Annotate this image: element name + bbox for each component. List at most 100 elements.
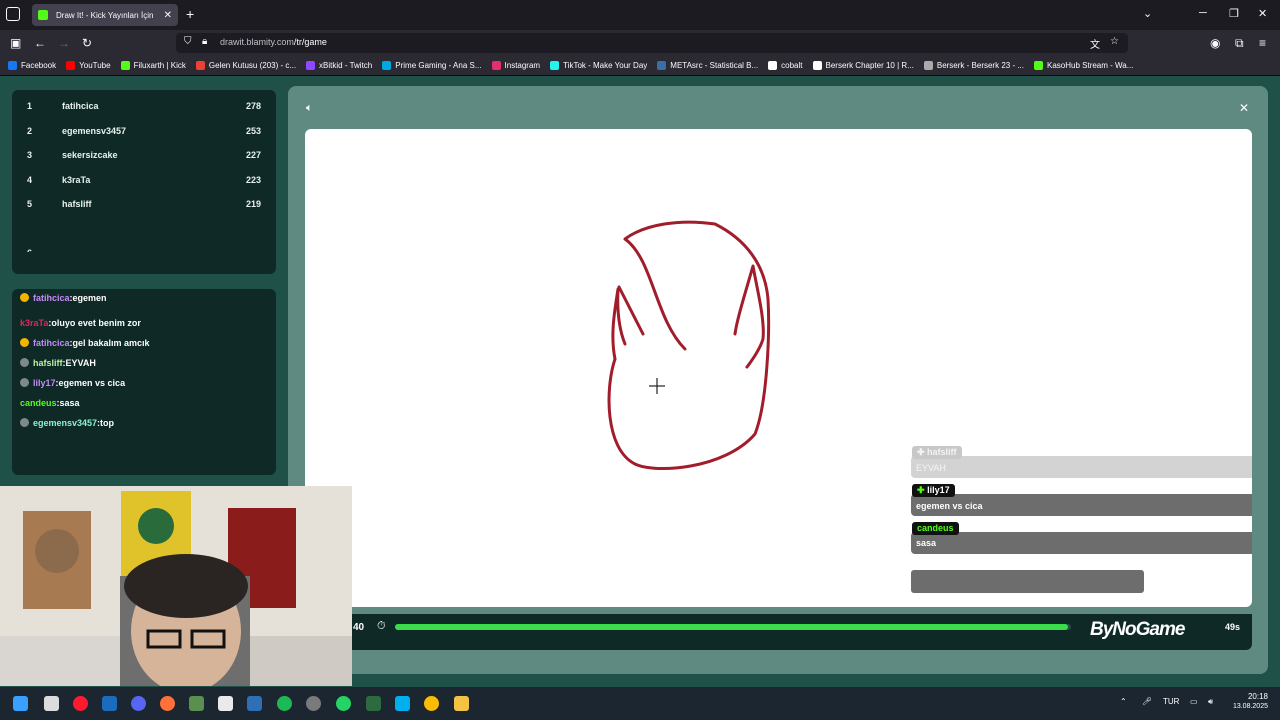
chat-username[interactable]: fatihcica	[33, 293, 70, 303]
back-icon[interactable]: ←	[34, 36, 46, 50]
sidebar-icon[interactable]: ▣	[10, 36, 21, 50]
bookmark-item[interactable]: YouTube	[66, 61, 111, 70]
bookmark-item[interactable]: TikTok - Make Your Day	[550, 61, 647, 70]
drawing-game-window: 🔈︎ ✕ ✚ hafsliff EYVAH ✚ lily17 egemen vs…	[288, 86, 1268, 674]
leaderboard-name: fatihcica	[62, 101, 99, 111]
app-icon[interactable]	[189, 696, 204, 711]
drawing-left-ear-stroke	[611, 285, 645, 361]
whatsapp-icon[interactable]	[336, 696, 351, 711]
skype-icon[interactable]	[395, 696, 410, 711]
close-window-button[interactable]: ✕	[1258, 7, 1267, 20]
chat-text: :top	[97, 418, 115, 428]
minimize-button[interactable]: ─	[1199, 7, 1207, 19]
crosshair-cursor-icon	[649, 378, 665, 394]
clock-date: 13.08.2025	[1232, 703, 1268, 710]
time-remaining: 49s	[1225, 622, 1241, 632]
app-icon[interactable]	[366, 696, 381, 711]
bookmark-label: cobalt	[781, 61, 803, 70]
url-bar[interactable]: ⛉ 🔒︎ drawit.blamity.com/tr/game 文 ☆	[176, 33, 1128, 53]
bookmark-item[interactable]: xBitkid - Twitch	[306, 61, 372, 70]
chat-username[interactable]: fatihcica	[33, 338, 70, 348]
bookmark-favicon-icon	[1034, 61, 1043, 70]
new-tab-button[interactable]: +	[186, 6, 194, 22]
bookmark-label: Berserk Chapter 10 | R...	[825, 61, 914, 70]
bookmark-label: KasoHub Stream - Wa...	[1047, 61, 1134, 70]
leaderboard-row: 4 k3raTa 223	[12, 168, 276, 192]
bookmark-item[interactable]: Instagram	[491, 61, 540, 70]
bookmark-favicon-icon	[120, 61, 130, 70]
bookmark-item[interactable]: Gelen Kutusu (203) - c...	[195, 61, 297, 70]
tab-close-icon[interactable]: ✕	[164, 10, 172, 21]
bookmark-item[interactable]: cobalt	[768, 61, 803, 70]
extensions-icon[interactable]: ⧉	[1235, 36, 1244, 51]
bookmark-label: Gelen Kutusu (203) - c...	[208, 61, 297, 70]
guess-input[interactable]	[911, 570, 1144, 593]
bookmark-favicon-icon	[812, 61, 822, 70]
chrome-icon[interactable]	[424, 696, 439, 711]
drawing-canvas[interactable]: ✚ hafsliff EYVAH ✚ lily17 egemen vs cica…	[305, 129, 1252, 607]
discord-icon[interactable]	[131, 696, 146, 711]
list-all-tabs-icon[interactable]: ⌄	[1143, 7, 1152, 20]
leaderboard-row: 3 sekersizcake 227	[12, 143, 276, 167]
maximize-button[interactable]: ❐	[1229, 7, 1239, 20]
guess-user-badge: ✚ hafsliff	[912, 446, 962, 459]
chat-username[interactable]: hafsliff	[33, 358, 63, 368]
start-icon[interactable]	[13, 696, 28, 711]
drawing-right-ear-stroke	[733, 264, 765, 369]
task-view-icon[interactable]	[44, 696, 59, 711]
bookmark-item[interactable]: Berserk Chapter 10 | R...	[812, 61, 914, 70]
chat-username[interactable]: k3raTa	[20, 318, 48, 328]
network-icon[interactable]: ▭	[1190, 697, 1198, 706]
bookmark-label: Facebook	[21, 61, 57, 70]
volume-icon[interactable]: 🔊︎	[1208, 697, 1213, 707]
close-game-icon[interactable]: ✕	[1239, 101, 1249, 115]
bookmark-item[interactable]: KasoHub Stream - Wa...	[1034, 61, 1133, 70]
tab-title: Draw It! - Kick Yayınları İçin	[56, 10, 154, 20]
chat-badge-icon	[20, 358, 29, 367]
leaderboard-name: egemensv3457	[62, 125, 127, 136]
shield-icon[interactable]: ⛉	[184, 36, 192, 47]
mic-icon[interactable]: 🎤︎	[1142, 697, 1152, 706]
tab-list-icon[interactable]	[6, 7, 20, 21]
bookmark-item[interactable]: Berserk - Berserk 23 - ...	[923, 61, 1024, 70]
menu-icon[interactable]: ≡	[1259, 36, 1266, 50]
language-indicator[interactable]: TUR	[1163, 697, 1179, 706]
chat-text: :gel bakalım amcık	[69, 338, 150, 348]
bookmark-star-icon[interactable]: ☆	[1110, 36, 1119, 47]
bookmark-item[interactable]: METAsrc - Statistical B...	[657, 61, 758, 70]
lock-icon[interactable]: 🔒︎	[202, 36, 207, 47]
chat-panel: fatihcica:egemen k3raTa:oluyo evet benim …	[12, 289, 276, 475]
chat-text: :oluyo evet benim zor	[48, 318, 141, 328]
account-icon[interactable]: ◉	[1210, 36, 1220, 50]
bookmark-item[interactable]: Prime Gaming - Ana S...	[382, 61, 482, 70]
bookmarks-bar: Facebook YouTube Filuxarth | Kick Gelen Kut…	[0, 56, 1280, 76]
bookmark-item[interactable]: Facebook	[8, 61, 56, 70]
bookmark-favicon-icon	[66, 61, 76, 70]
file-explorer-icon[interactable]	[454, 696, 469, 711]
chat-message: k3raTa:oluyo evet benim zor	[20, 318, 141, 328]
capcut-icon[interactable]	[218, 696, 233, 711]
spotify-icon[interactable]	[277, 696, 292, 711]
app-64-icon[interactable]	[247, 696, 262, 711]
chat-username[interactable]: candeus	[20, 398, 57, 408]
guess-user-badge: candeus	[912, 522, 959, 535]
guess-text: egemen vs cica	[916, 501, 983, 511]
game-page: 6 1 fatihcica 278 2 egemensv3457 253 3 sekersiz…	[0, 76, 1280, 687]
opera-icon[interactable]	[73, 696, 88, 711]
forward-icon[interactable]: →	[58, 36, 70, 50]
steam-icon[interactable]	[102, 696, 117, 711]
tray-chevron-icon[interactable]: ⌃	[1120, 697, 1127, 706]
reload-icon[interactable]: ↻	[82, 36, 92, 50]
sound-icon[interactable]: 🔈︎	[306, 102, 313, 115]
firefox-icon[interactable]	[160, 696, 175, 711]
chat-message: candeus:sasa	[20, 398, 80, 408]
chat-username[interactable]: egemensv3457	[33, 418, 97, 428]
guess-bubble	[911, 456, 1252, 478]
chat-username[interactable]: lily17	[33, 378, 56, 388]
bookmark-item[interactable]: Filuxarth | Kick	[120, 61, 186, 70]
translate-icon[interactable]: 文	[1090, 36, 1100, 51]
active-tab[interactable]: Draw It! - Kick Yayınları İçin ✕	[32, 4, 178, 26]
leaderboard-score: 278	[245, 101, 261, 111]
clock[interactable]: 20:18 13.08.2025	[1230, 692, 1268, 710]
app-icon[interactable]	[306, 696, 321, 711]
